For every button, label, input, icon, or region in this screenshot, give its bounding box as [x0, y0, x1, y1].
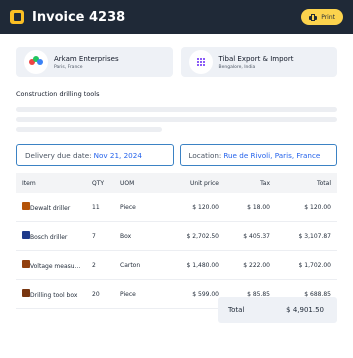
- party-location: Paris, France: [54, 64, 83, 70]
- item-name: Voltage measu...: [30, 263, 81, 270]
- location-label: Location:: [188, 150, 222, 160]
- table-row[interactable]: Voltage measu... 2 Carton $ 1,480.00 $ 2…: [16, 250, 337, 280]
- item-qty: 7: [86, 221, 114, 251]
- delivery-date-label: Delivery due date:: [25, 150, 92, 160]
- page-title: Invoice 4238: [32, 9, 126, 25]
- invoice-description: Construction drilling tools: [16, 90, 100, 98]
- item-name: Dewalt driller: [30, 205, 71, 212]
- text-placeholder-line: [16, 127, 162, 132]
- toolbox-icon: [22, 289, 30, 297]
- item-qty: 20: [86, 279, 114, 309]
- app-header: Invoice 4238 Print: [0, 0, 353, 34]
- text-placeholder-line: [16, 117, 337, 122]
- column-header-unit-price[interactable]: Unit price: [164, 173, 225, 193]
- parties-row: Arkam Enterprises Paris, France Tibal Ex…: [0, 34, 353, 77]
- column-header-uom[interactable]: UOM: [114, 173, 164, 193]
- invoice-fields: Delivery due date: Nov 21, 2024 Location…: [0, 144, 353, 166]
- column-header-tax[interactable]: Tax: [225, 173, 276, 193]
- invoice-icon: [10, 10, 24, 24]
- item-total: $ 3,107.87: [276, 221, 337, 251]
- item-uom: Piece: [114, 279, 164, 309]
- item-unit-price: $ 120.00: [164, 193, 225, 222]
- table-row[interactable]: Bosch driller 7 Box $ 2,702.50 $ 405.37 …: [16, 221, 337, 251]
- total-summary: Total $ 4,901.50: [218, 297, 337, 323]
- table-header-row: Item QTY UOM Unit price Tax Total: [16, 173, 337, 193]
- text-placeholder-line: [16, 107, 337, 112]
- item-total: $ 1,702.00: [276, 250, 337, 280]
- drill-icon: [22, 231, 30, 239]
- location-value: Rue de Rivoli, Paris, France: [223, 150, 321, 160]
- column-header-total[interactable]: Total: [276, 173, 337, 193]
- item-total: $ 120.00: [276, 193, 337, 222]
- item-uom: Carton: [114, 250, 164, 280]
- item-uom: Piece: [114, 193, 164, 222]
- item-unit-price: $ 1,480.00: [164, 250, 225, 280]
- arkam-logo-icon: [24, 50, 48, 74]
- column-header-qty[interactable]: QTY: [86, 173, 114, 193]
- printer-icon: [309, 13, 318, 21]
- location-field[interactable]: Location: Rue de Rivoli, Paris, France: [179, 144, 337, 166]
- item-tax: $ 222.00: [225, 250, 276, 280]
- item-qty: 2: [86, 250, 114, 280]
- party-card-buyer[interactable]: Tibal Export & Import Bengalore, India: [180, 47, 337, 77]
- total-label: Total: [228, 306, 245, 314]
- item-qty: 11: [86, 193, 114, 222]
- item-unit-price: $ 599.00: [164, 279, 225, 309]
- item-name: Bosch driller: [30, 234, 68, 241]
- item-tax: $ 405.37: [225, 221, 276, 251]
- print-button-label: Print: [321, 13, 335, 21]
- item-uom: Box: [114, 221, 164, 251]
- delivery-date-field[interactable]: Delivery due date: Nov 21, 2024: [16, 144, 174, 166]
- items-table: Item QTY UOM Unit price Tax Total Dewalt…: [16, 173, 337, 309]
- party-name: Arkam Enterprises: [54, 54, 119, 63]
- tibal-logo-icon: [188, 50, 213, 74]
- item-tax: $ 18.00: [225, 193, 276, 222]
- delivery-date-value: Nov 21, 2024: [93, 150, 142, 160]
- meter-icon: [22, 260, 30, 268]
- total-value: $ 4,901.50: [286, 306, 324, 314]
- drill-icon: [22, 202, 30, 210]
- column-header-item[interactable]: Item: [16, 173, 86, 193]
- table-row[interactable]: Dewalt driller 11 Piece $ 120.00 $ 18.00…: [16, 193, 337, 222]
- party-card-seller[interactable]: Arkam Enterprises Paris, France: [16, 47, 173, 77]
- item-unit-price: $ 2,702.50: [164, 221, 225, 251]
- party-location: Bengalore, India: [218, 64, 256, 70]
- print-button[interactable]: Print: [301, 9, 343, 25]
- item-name: Drilling tool box: [30, 292, 78, 299]
- party-name: Tibal Export & Import: [218, 54, 294, 63]
